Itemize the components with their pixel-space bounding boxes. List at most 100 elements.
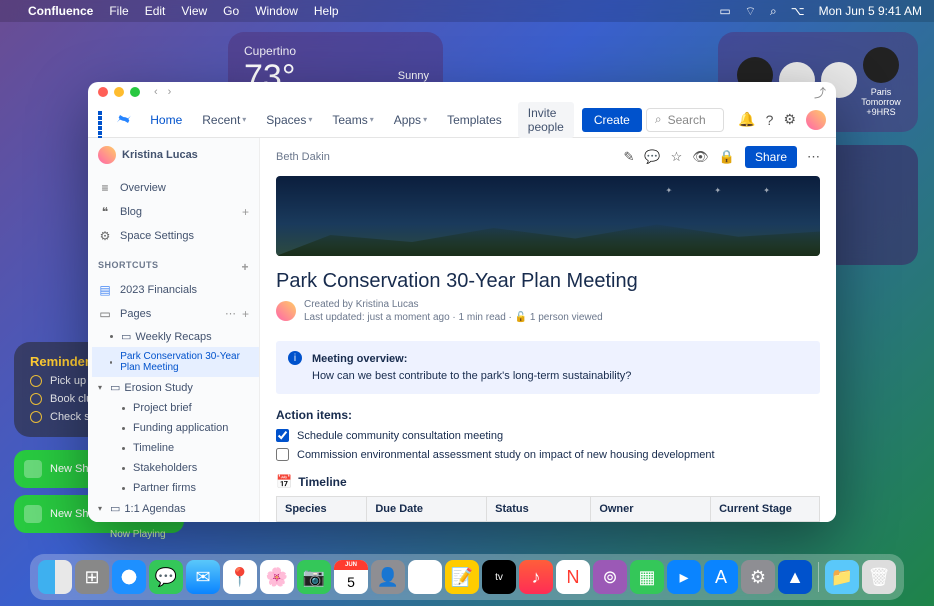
dock-mail[interactable]: ✉ <box>186 560 220 594</box>
tree-park-conservation[interactable]: Park Conservation 30-Year Plan Meeting <box>92 347 259 377</box>
checkbox-action-1[interactable] <box>276 429 289 442</box>
dock-trash[interactable]: 🗑 <box>862 560 896 594</box>
minimize-button[interactable] <box>114 87 124 97</box>
th-species: Species <box>277 497 367 522</box>
invite-people-button[interactable]: Invite people <box>518 102 574 138</box>
tree-weekly-recaps[interactable]: ▭Weekly Recaps <box>92 326 259 347</box>
page-icon: ▭ <box>110 381 120 394</box>
app-switcher-icon[interactable] <box>98 111 106 129</box>
settings-icon[interactable]: ⚙ <box>783 111 796 128</box>
dock-settings[interactable]: ⚙ <box>741 560 775 594</box>
weather-city: Cupertino <box>244 44 427 58</box>
page-icon: ▭ <box>121 330 131 343</box>
dock-reminders[interactable]: ☰ <box>408 560 442 594</box>
add-shortcut-icon[interactable]: + <box>241 260 249 274</box>
confluence-logo-icon[interactable] <box>116 111 132 129</box>
more-actions-icon[interactable]: ⋯ <box>807 149 820 165</box>
share-icon[interactable]: ⤴ <box>814 84 826 101</box>
dock-contacts[interactable]: 👤 <box>371 560 405 594</box>
search-input[interactable]: ⌕ Search <box>646 108 724 132</box>
sidebar-shortcuts-header: SHORTCUTS+ <box>88 252 259 278</box>
nav-spaces[interactable]: Spaces▾ <box>258 109 320 131</box>
forward-button[interactable]: › <box>168 86 172 98</box>
help-icon[interactable]: ? <box>766 112 774 128</box>
tree-timeline[interactable]: Timeline <box>92 438 259 458</box>
dock-facetime[interactable]: 📷 <box>297 560 331 594</box>
sidebar-user[interactable]: Kristina Lucas <box>88 138 259 172</box>
more-icon[interactable]: ⋯ <box>225 307 236 321</box>
tree-stakeholders[interactable]: Stakeholders <box>92 458 259 478</box>
add-icon[interactable]: + <box>242 205 249 219</box>
nav-home[interactable]: Home <box>142 109 190 131</box>
dock-maps[interactable]: 📍 <box>223 560 257 594</box>
menubar-app[interactable]: Confluence <box>28 4 93 18</box>
confluence-topnav: Home Recent▾ Spaces▾ Teams▾ Apps▾ Templa… <box>88 102 836 138</box>
fullscreen-button[interactable] <box>130 87 140 97</box>
dock-confluence[interactable]: ▲ <box>778 560 812 594</box>
checkbox-action-2[interactable] <box>276 448 289 461</box>
dock-downloads[interactable]: 📁 <box>825 560 859 594</box>
menu-view[interactable]: View <box>181 4 207 18</box>
dock-music[interactable]: ♪ <box>519 560 553 594</box>
add-page-icon[interactable]: + <box>242 307 249 321</box>
nav-apps[interactable]: Apps▾ <box>386 109 435 131</box>
breadcrumb[interactable]: Beth Dakin <box>276 151 330 163</box>
sidebar: Kristina Lucas ≡Overview ❝Blog+ ⚙Space S… <box>88 138 260 522</box>
edit-icon[interactable]: ✎ <box>624 149 635 165</box>
tree-partners[interactable]: Partner firms <box>92 478 259 498</box>
notifications-icon[interactable]: 🔔 <box>738 111 755 128</box>
sidebar-overview[interactable]: ≡Overview <box>88 176 259 200</box>
dock-messages[interactable]: 💬 <box>149 560 183 594</box>
dock-keynote[interactable]: ▸ <box>667 560 701 594</box>
restrictions-icon[interactable]: 🔒 <box>719 149 735 165</box>
dock-finder[interactable] <box>38 560 72 594</box>
tree-agendas[interactable]: ▾▭1:1 Agendas <box>92 498 259 519</box>
wifi-icon[interactable]: ⌔ <box>745 4 756 19</box>
overview-icon: ≡ <box>98 181 112 195</box>
menu-edit[interactable]: Edit <box>145 4 166 18</box>
menu-window[interactable]: Window <box>255 4 298 18</box>
dock-calendar[interactable]: JUN5 <box>334 560 368 594</box>
create-button[interactable]: Create <box>582 108 642 132</box>
page-content: Beth Dakin ✎ 💬 ☆ 👁 🔒 Share ⋯ Park Conser… <box>260 138 836 522</box>
dock-notes[interactable]: 📝 <box>445 560 479 594</box>
close-button[interactable] <box>98 87 108 97</box>
dock-photos[interactable]: 🌸 <box>260 560 294 594</box>
profile-avatar[interactable] <box>806 110 826 130</box>
dock-news[interactable]: N <box>556 560 590 594</box>
author-avatar <box>276 301 296 321</box>
dock-tv[interactable]: tv <box>482 560 516 594</box>
macos-menubar: Confluence File Edit View Go Window Help… <box>0 0 934 22</box>
sidebar-blog[interactable]: ❝Blog+ <box>88 200 259 224</box>
control-center-icon[interactable]: ⌥ <box>791 4 805 18</box>
comment-icon[interactable]: 💬 <box>644 149 660 165</box>
chevron-down-icon[interactable]: ▾ <box>98 504 102 513</box>
menu-help[interactable]: Help <box>314 4 339 18</box>
tree-funding[interactable]: Funding application <box>92 418 259 438</box>
watch-icon[interactable]: 👁 <box>692 149 709 165</box>
dock-podcasts[interactable]: ⊚ <box>593 560 627 594</box>
page-byline: Created by Kristina Lucas Last updated: … <box>260 299 836 335</box>
tree-erosion-study[interactable]: ▾▭Erosion Study <box>92 377 259 398</box>
dock-launchpad[interactable]: ⊞ <box>75 560 109 594</box>
sidebar-pages-header[interactable]: ▭Pages⋯+ <box>88 302 259 326</box>
nav-recent[interactable]: Recent▾ <box>194 109 254 131</box>
sidebar-shortcut-financials[interactable]: ▤2023 Financials <box>88 278 259 302</box>
menubar-datetime[interactable]: Mon Jun 5 9:41 AM <box>819 4 922 18</box>
dock-appstore[interactable]: A <box>704 560 738 594</box>
nav-teams[interactable]: Teams▾ <box>324 109 381 131</box>
nav-templates[interactable]: Templates <box>439 109 510 131</box>
tree-project-brief[interactable]: Project brief <box>92 398 259 418</box>
now-playing-widget[interactable]: Now Playing <box>110 529 200 545</box>
chevron-down-icon[interactable]: ▾ <box>98 383 102 392</box>
menu-file[interactable]: File <box>109 4 128 18</box>
share-button[interactable]: Share <box>745 146 797 168</box>
menu-go[interactable]: Go <box>223 4 239 18</box>
search-icon[interactable]: ⌕ <box>770 4 777 19</box>
star-icon[interactable]: ☆ <box>671 149 683 165</box>
dock-safari[interactable] <box>112 560 146 594</box>
battery-icon[interactable]: ▭ <box>719 4 730 18</box>
sidebar-space-settings[interactable]: ⚙Space Settings <box>88 224 259 248</box>
dock-numbers[interactable]: ▦ <box>630 560 664 594</box>
back-button[interactable]: ‹ <box>154 86 158 98</box>
